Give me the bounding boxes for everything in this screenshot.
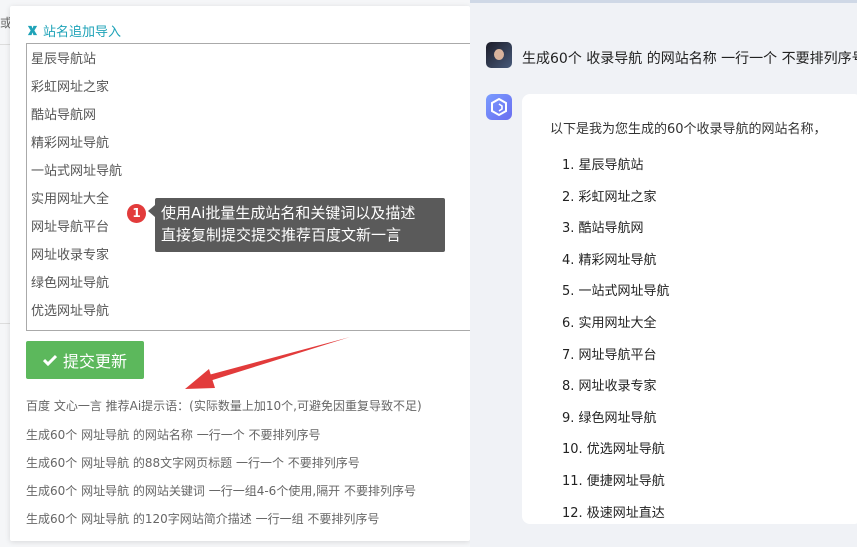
ai-result-item: 6. 实用网址大全 xyxy=(562,315,657,331)
prompt-line: 生成60个 网址导航 的网站关键词 一行一组4-6个使用,隔开 不要排列序号 xyxy=(26,484,416,498)
textarea-line: 优选网址导航 xyxy=(31,304,110,319)
ai-intro: 以下是我为您生成的60个收录导航的网站名称， xyxy=(550,122,827,137)
panel-title-text: 站名追加导入 xyxy=(43,25,122,40)
panel-title: 站名追加导入 xyxy=(26,21,121,40)
ai-response-bubble: 以下是我为您生成的60个收录导航的网站名称， 1. 星辰导航站 2. 彩虹网址之家… xyxy=(522,94,857,524)
prompt-line: 生成60个 网址导航 的88文字网页标题 一行一个 不要排列序号 xyxy=(26,456,360,470)
prompt-line: 生成60个 网址导航 的120字网站简介描述 一行一组 不要排列序号 xyxy=(26,512,380,526)
annotation-tooltip: 使用Ai批量生成站名和关键词以及描述 直接复制提交提交推荐百度文新一言 xyxy=(148,198,445,252)
ai-result-list: 1. 星辰导航站 2. 彩虹网址之家 3. 酷站导航网 4. 精彩网址导航 5. 一站式… xyxy=(562,154,670,524)
prompt-header: 百度 文心一言 推荐Ai提示语：(实际数量上加10个,可避免因重复导致不足) xyxy=(26,399,422,413)
import-panel: 站名追加导入 星辰导航站 彩虹网址之家 酷站导航网 精彩网址导航 一站式网址导航 实用网址… xyxy=(10,6,487,541)
textarea-line: 一站式网址导航 xyxy=(31,164,123,179)
ai-result-item: 12. 极速网址直达 xyxy=(562,505,665,521)
submit-update-button[interactable]: 提交更新 xyxy=(26,341,144,379)
ai-result-item: 9. 绿色网址导航 xyxy=(562,410,657,426)
user-message: 生成60个 收录导航 的网站名称 一行一个 不要排列序号 xyxy=(522,51,857,67)
chat-top-bar xyxy=(470,0,857,3)
ai-result-item: 1. 星辰导航站 xyxy=(562,158,644,173)
ai-result-item: 3. 酷站导航网 xyxy=(562,221,644,237)
ai-result-item: 7. 网址导航平台 xyxy=(562,347,657,363)
user-avatar xyxy=(486,42,512,68)
textarea-line: 酷站导航网 xyxy=(31,108,97,123)
textarea-line: 星辰导航站 xyxy=(31,52,97,67)
import-icon xyxy=(27,25,38,36)
textarea-line: 绿色网址导航 xyxy=(31,276,110,291)
chat-panel: 生成60个 收录导航 的网站名称 一行一个 不要排列序号 以下是我为您生成的60… xyxy=(470,0,857,547)
tooltip-line: 使用Ai批量生成站名和关键词以及描述 xyxy=(161,204,416,222)
tooltip-line: 直接复制提交提交推荐百度文新一言 xyxy=(161,226,402,244)
textarea-line: 精彩网址导航 xyxy=(31,136,110,151)
ai-result-item: 10. 优选网址导航 xyxy=(562,442,665,458)
prompt-line: 生成60个 网址导航 的网站名称 一行一个 不要排列序号 xyxy=(26,428,321,442)
ai-result-item: 4. 精彩网址导航 xyxy=(562,252,657,268)
step-badge: 1 xyxy=(127,204,146,223)
check-icon xyxy=(42,354,57,366)
ai-avatar xyxy=(486,94,512,120)
textarea-line: 彩虹网址之家 xyxy=(31,80,110,95)
ai-result-item: 8. 网址收录专家 xyxy=(562,379,657,395)
submit-update-label: 提交更新 xyxy=(62,354,127,371)
site-names-textarea[interactable]: 星辰导航站 彩虹网址之家 酷站导航网 精彩网址导航 一站式网址导航 实用网址大全 网址导航平… xyxy=(26,43,487,331)
ai-result-item: 11. 便捷网址导航 xyxy=(562,473,665,489)
annotation-arrow-icon xyxy=(185,337,350,389)
ai-logo-icon xyxy=(491,97,507,117)
ai-result-item: 5. 一站式网址导航 xyxy=(562,284,670,300)
ai-result-item: 2. 彩虹网址之家 xyxy=(562,189,657,205)
